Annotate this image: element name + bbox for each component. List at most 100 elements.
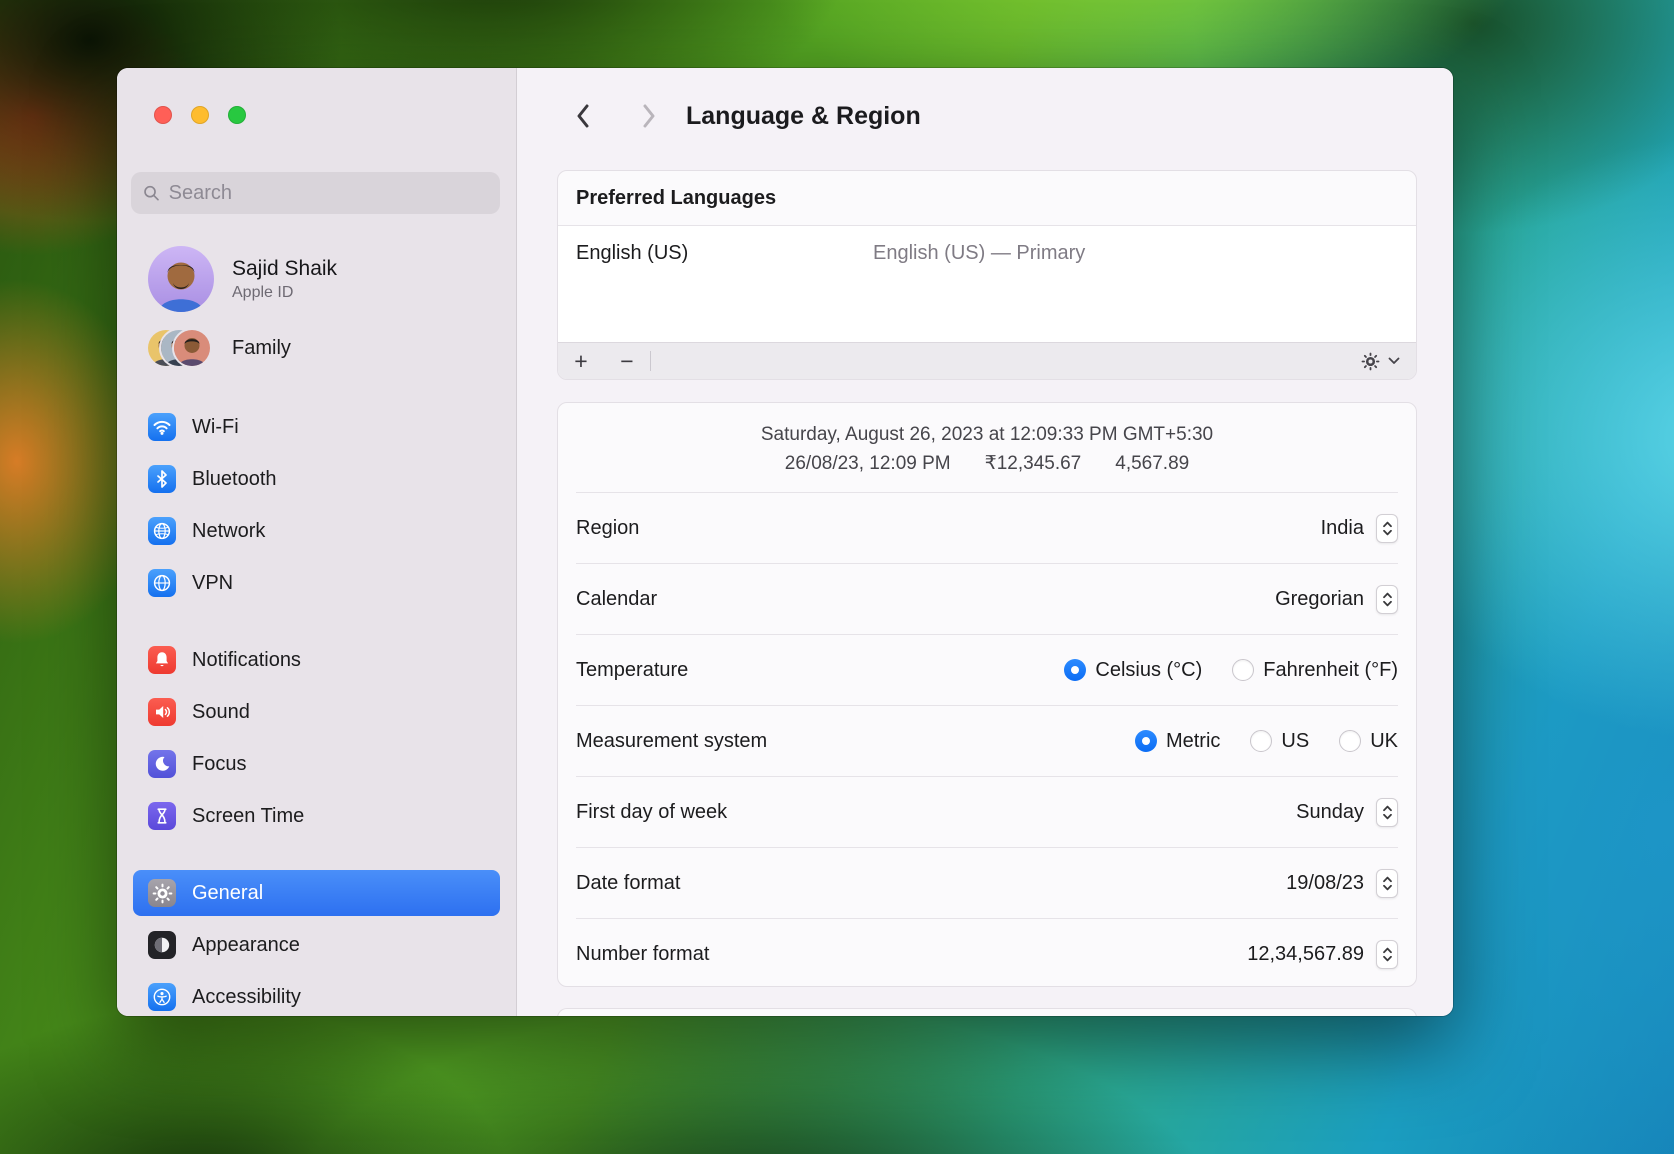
family-label: Family [232,337,291,360]
sidebar-item-screen-time[interactable]: Screen Time [133,793,500,839]
close-button[interactable] [154,106,172,124]
nav-group-gap [133,612,500,637]
setting-label: Measurement system [576,730,1135,753]
measurement-radio-group: Metric US UK [1135,730,1398,753]
setting-row-temperature: Temperature Celsius (°C) Fahrenheit (°F) [558,635,1416,705]
preview-currency: ₹12,345.67 [985,452,1082,476]
preferred-languages-box: Preferred Languages English (US) English… [557,170,1417,380]
up-down-chevrons-icon [1382,520,1393,537]
language-row[interactable]: English (US) English (US) — Primary [558,226,1416,265]
sidebar-item-bluetooth[interactable]: Bluetooth [133,456,500,502]
moon-icon [148,750,176,778]
profile-name: Sajid Shaik [232,257,337,281]
date-format-stepper[interactable] [1376,869,1398,898]
profile-subtitle: Apple ID [232,284,337,302]
page-title: Language & Region [686,102,921,131]
sidebar-item-wifi[interactable]: Wi-Fi [133,404,500,450]
radio-label: Metric [1166,730,1220,753]
first-day-value: Sunday [1296,801,1364,824]
sidebar-item-appearance[interactable]: Appearance [133,922,500,968]
minimize-button[interactable] [191,106,209,124]
up-down-chevrons-icon [1382,946,1393,963]
profile-text: Sajid Shaik Apple ID [232,257,337,302]
search-field[interactable] [131,172,500,214]
sidebar-item-label: Focus [192,753,246,776]
first-day-stepper[interactable] [1376,798,1398,827]
sidebar-item-label: Appearance [192,934,300,957]
sidebar-item-label: VPN [192,572,233,595]
window-controls [154,106,246,124]
globe-icon [148,517,176,545]
sidebar-item-accessibility[interactable]: Accessibility [133,974,500,1016]
region-formats-box: Saturday, August 26, 2023 at 12:09:33 PM… [557,402,1417,987]
search-input[interactable] [169,182,488,205]
setting-row-number-format: Number format 12,34,567.89 [558,919,1416,989]
language-options-menu[interactable] [1361,352,1416,371]
calendar-value: Gregorian [1275,588,1364,611]
sidebar: Sajid Shaik Apple ID Family [117,68,517,1016]
radio-celsius[interactable]: Celsius (°C) [1064,659,1202,682]
language-list: English (US) English (US) — Primary [558,226,1416,342]
content-pane: Language & Region Preferred Languages En… [517,68,1453,1016]
accessibility-icon [148,983,176,1011]
radio-selected-icon[interactable] [1135,730,1157,752]
radio-selected-icon[interactable] [1064,659,1086,681]
radio-unselected-icon[interactable] [1250,730,1272,752]
toolbar-divider [650,351,651,371]
setting-row-region: Region India [558,493,1416,563]
sidebar-item-vpn[interactable]: VPN [133,560,500,606]
bluetooth-icon [148,465,176,493]
sidebar-item-label: Notifications [192,649,301,672]
sidebar-item-sound[interactable]: Sound [133,689,500,735]
sidebar-item-label: Screen Time [192,805,304,828]
sidebar-item-notifications[interactable]: Notifications [133,637,500,683]
language-toolbar: + − [558,342,1416,379]
bell-icon [148,646,176,674]
number-format-stepper[interactable] [1376,940,1398,969]
radio-unselected-icon[interactable] [1232,659,1254,681]
preview-short-date: 26/08/23, 12:09 PM [785,452,951,476]
sidebar-item-label: Accessibility [192,986,301,1009]
forward-button[interactable] [636,101,662,131]
sidebar-item-label: General [192,882,263,905]
search-icon [143,184,160,202]
next-group-box-partial [557,1008,1417,1016]
sidebar-item-network[interactable]: Network [133,508,500,554]
up-down-chevrons-icon [1382,875,1393,892]
chevron-down-icon [1388,357,1400,365]
radio-unselected-icon[interactable] [1339,730,1361,752]
add-language-button[interactable]: + [558,343,604,379]
sidebar-item-general[interactable]: General [133,870,500,916]
sidebar-item-label: Network [192,520,265,543]
gear-icon [148,879,176,907]
number-format-value: 12,34,567.89 [1247,943,1364,966]
radio-fahrenheit[interactable]: Fahrenheit (°F) [1232,659,1398,682]
gear-icon [1361,352,1380,371]
wifi-icon [148,413,176,441]
zoom-button[interactable] [228,106,246,124]
region-stepper[interactable] [1376,514,1398,543]
sidebar-item-family[interactable]: Family [148,330,291,366]
preview-examples: 26/08/23, 12:09 PM ₹12,345.67 4,567.89 [558,452,1416,476]
calendar-stepper[interactable] [1376,585,1398,614]
sidebar-item-focus[interactable]: Focus [133,741,500,787]
setting-row-first-day-of-week: First day of week Sunday [558,777,1416,847]
up-down-chevrons-icon [1382,804,1393,821]
chevron-right-icon [640,102,658,130]
setting-row-calendar: Calendar Gregorian [558,564,1416,634]
setting-label: Date format [576,872,1286,895]
temperature-radio-group: Celsius (°C) Fahrenheit (°F) [1064,659,1398,682]
content-header: Language & Region [570,98,1433,134]
setting-label: Region [576,517,1321,540]
preview-number: 4,567.89 [1115,452,1189,476]
apple-id-profile[interactable]: Sajid Shaik Apple ID [148,246,337,312]
back-button[interactable] [570,101,596,131]
radio-uk[interactable]: UK [1339,730,1398,753]
radio-metric[interactable]: Metric [1135,730,1220,753]
setting-label: Calendar [576,588,1275,611]
radio-us[interactable]: US [1250,730,1309,753]
remove-language-button[interactable]: − [604,343,650,379]
setting-label: First day of week [576,801,1296,824]
chevron-left-icon [574,102,592,130]
sidebar-nav: Wi-Fi Bluetooth [133,404,500,1016]
